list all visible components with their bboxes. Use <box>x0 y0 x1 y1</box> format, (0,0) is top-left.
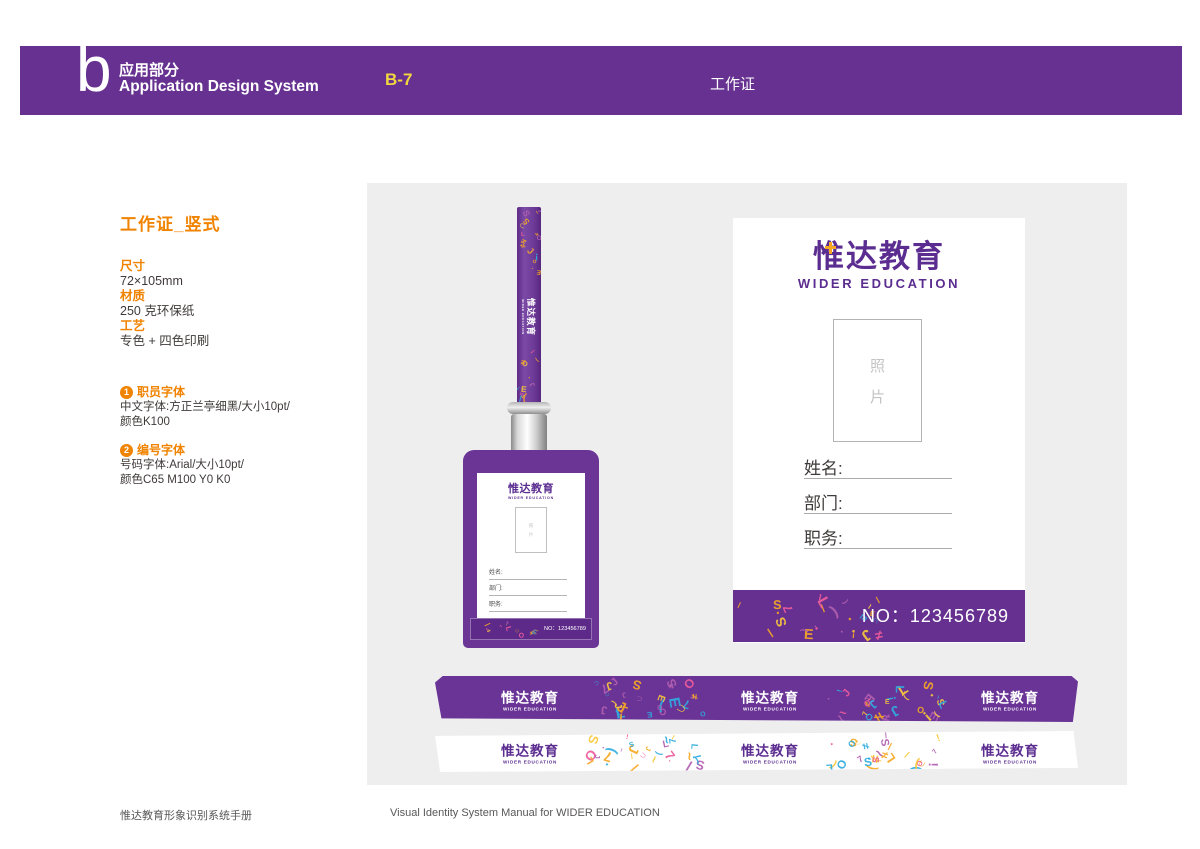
mockup-canvas: !J≠S≠L·≠∩!SEOO·L O≠7/!S(J·J·(·!E7 惟达教育 W… <box>367 183 1127 785</box>
field-department: 部门: <box>489 583 567 596</box>
note-label: 职员字体 <box>137 385 185 400</box>
confetti-pattern: !J≠S≠L·≠∩!SEOO·L <box>517 207 541 286</box>
item-title: 工作证_竖式 <box>120 210 350 235</box>
field-name: 姓名: <box>804 454 952 479</box>
lanyard-band-purple: 惟达教育 WIDER EDUCATION J/OEJ!OL~∩7SJ≠7!(JJ… <box>435 676 1078 722</box>
badge-fields: 姓名: 部门: 职务: <box>804 454 952 559</box>
lanyard-band-white: 惟达教育 WIDER EDUCATION ~~!·JS∩O~·~7/L!S/((… <box>435 731 1078 772</box>
field-name: 姓名: <box>489 567 567 580</box>
note-line: 颜色K100 <box>120 415 350 430</box>
brand-logo: 惟达教育 WIDER EDUCATION <box>733 218 1025 291</box>
brand-logo-band: 惟达教育 WIDER EDUCATION <box>725 687 815 712</box>
badge-fields-small: 姓名: 部门: 职务: <box>489 567 567 615</box>
spec-label: 材质 <box>120 289 350 304</box>
badge-number: NO：123456789 <box>862 590 1009 642</box>
vis-manual-page: b 应用部分 Application Design System B-7 工作证… <box>0 0 1200 849</box>
brand-logo-vertical: 惟达教育 WIDER EDUCATION <box>521 298 537 336</box>
page-code: B-7 <box>385 70 412 90</box>
brand-logo-band: 惟达教育 WIDER EDUCATION <box>965 739 1055 764</box>
field-position: 职务: <box>804 524 952 549</box>
field-department: 部门: <box>804 489 952 514</box>
brand-logo-band: 惟达教育 WIDER EDUCATION <box>485 687 575 712</box>
brand-logo-band: 惟达教育 WIDER EDUCATION <box>725 739 815 764</box>
lanyard-strap: !J≠S≠L·≠∩!SEOO·L O≠7/!S(J·J·(·!E7 惟达教育 W… <box>517 207 541 427</box>
brand-logo-band: 惟达教育 WIDER EDUCATION <box>485 739 575 764</box>
section-title-en: Application Design System <box>119 78 319 96</box>
note-number-badge: 2 <box>120 444 133 457</box>
confetti-pattern: ··S!!≠O(/L(/O(≠(7S∩~O/S∩L!S·≠7 <box>825 731 955 772</box>
brand-logo-small: 惟达教育 WIDER EDUCATION <box>477 473 585 500</box>
logo-plus-accent-icon <box>829 242 832 254</box>
spec-value: 72×105mm <box>120 274 350 289</box>
section-title-cn: 应用部分 <box>119 59 179 80</box>
badge-holder: 惟达教育 WIDER EDUCATION 照 片 姓名: 部门: 职务: L≠E… <box>463 450 599 648</box>
brand-logo-band: 惟达教育 WIDER EDUCATION <box>965 687 1055 712</box>
photo-placeholder-small: 照 片 <box>515 507 547 553</box>
font-note-1: 1 职员字体 中文字体:方正兰亭细黑/大小10pt/ 颜色K100 <box>120 385 350 429</box>
page-title: 工作证 <box>710 73 755 94</box>
photo-placeholder: 照 片 <box>833 319 922 442</box>
note-line: 颜色C65 M100 Y0 K0 <box>120 473 350 488</box>
confetti-pattern: ≠~≠≠!OJL~EEO!SJ~E·LL7·!(O~(JS! <box>825 676 955 722</box>
badge-card-detail: 惟达教育 WIDER EDUCATION 照 片 姓名: 部门: 职务: E/·… <box>733 218 1025 643</box>
spec-value: 250 克环保纸 <box>120 304 350 319</box>
confetti-pattern: J/OEJ!OL~∩7SJ≠7!(JJJ∩∩∩OO(SEE≠ <box>585 676 715 722</box>
header-bar: b 应用部分 Application Design System B-7 工作证 <box>20 46 1182 115</box>
field-position: 职务: <box>489 599 567 612</box>
note-number-badge: 1 <box>120 386 133 399</box>
badge-number-small: NO：123456789 <box>544 619 586 640</box>
badge-card-small: 惟达教育 WIDER EDUCATION 照 片 姓名: 部门: 职务: <box>477 473 585 619</box>
spec-label: 尺寸 <box>120 259 350 274</box>
spec-value: 专色 + 四色印刷 <box>120 334 350 349</box>
note-line: 中文字体:方正兰亭细黑/大小10pt/ <box>120 400 350 415</box>
badge-number-strip: E/·(!··E·S≠/∩~SE·(/·~7/L(J NO：123456789 <box>733 590 1025 642</box>
note-label: 编号字体 <box>137 443 185 458</box>
note-line: 号码字体:Arial/大小10pt/ <box>120 458 350 473</box>
lanyard-clip-bar <box>507 402 551 414</box>
spec-list: 尺寸 72×105mm 材质 250 克环保纸 工艺 专色 + 四色印刷 <box>120 259 350 349</box>
font-notes: 1 职员字体 中文字体:方正兰亭细黑/大小10pt/ 颜色K100 2 编号字体… <box>120 385 350 487</box>
spec-sidebar: 工作证_竖式 尺寸 72×105mm 材质 250 克环保纸 工艺 专色 + 四… <box>120 210 350 501</box>
section-letter: b <box>76 37 112 101</box>
footer-manual-title-cn: 惟达教育形象识别系统手册 <box>120 807 252 823</box>
spec-label: 工艺 <box>120 319 350 334</box>
confetti-pattern: L≠E∩≠/JS·7O∩ <box>471 619 545 639</box>
font-note-2: 2 编号字体 号码字体:Arial/大小10pt/ 颜色C65 M100 Y0 … <box>120 443 350 487</box>
confetti-pattern: ~~!·JS∩O~·~7/L!S/((7(~L7LS·/JJ <box>585 731 715 772</box>
badge-number-strip-small: L≠E∩≠/JS·7O∩ NO：123456789 <box>470 618 592 640</box>
footer-manual-title-en: Visual Identity System Manual for WIDER … <box>390 807 660 819</box>
